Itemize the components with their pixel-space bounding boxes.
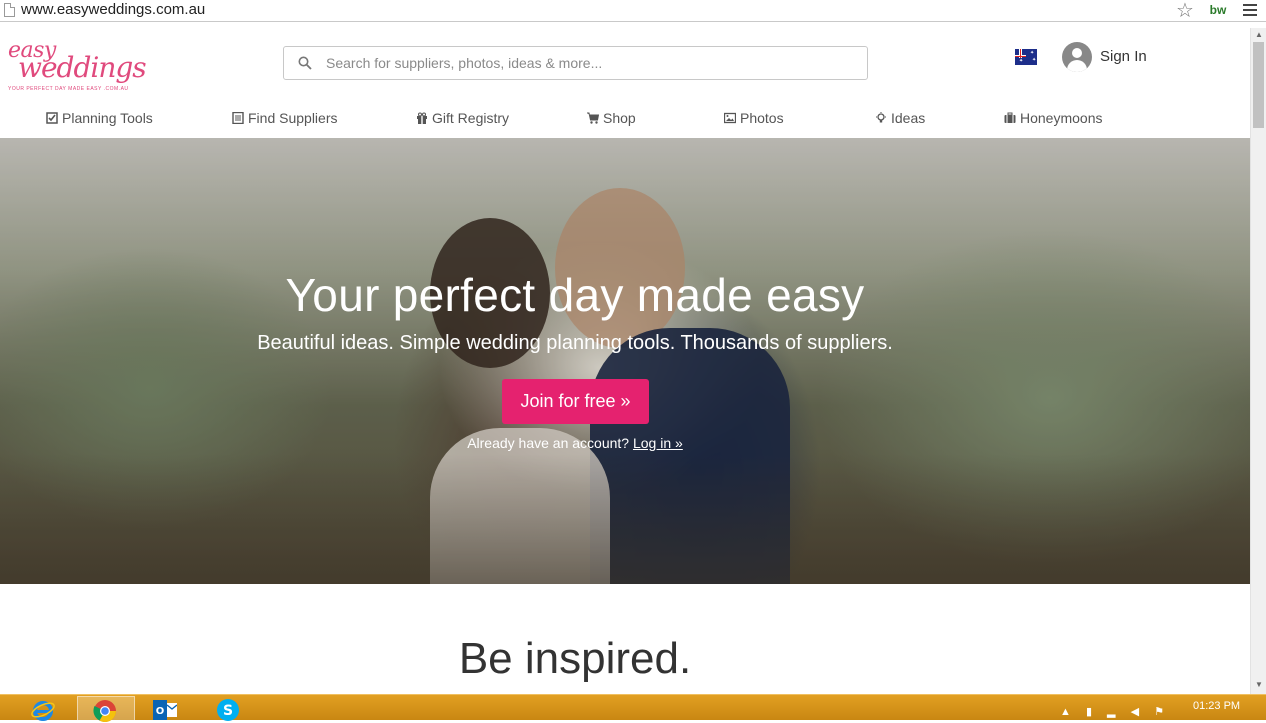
section-heading: Be inspired.	[458, 634, 692, 683]
list-icon	[232, 112, 244, 124]
scroll-up-arrow-icon[interactable]: ▲	[1254, 30, 1264, 40]
hero-overlay	[0, 138, 1250, 584]
nav-shop[interactable]: Shop	[587, 108, 636, 128]
logo-tagline: YOUR PERFECT DAY MADE EASY .COM.AU	[8, 86, 129, 92]
nav-ideas[interactable]: Ideas	[875, 108, 925, 128]
svg-text:S: S	[223, 703, 233, 719]
hamburger-menu-icon[interactable]	[1243, 4, 1257, 16]
image-icon	[724, 112, 736, 124]
nav-planning-tools[interactable]: Planning Tools	[46, 108, 153, 128]
taskbar-internet-explorer[interactable]	[14, 696, 72, 721]
address-bar[interactable]: www.easyweddings.com.au ☆ bw	[0, 0, 1266, 22]
nav-gift-registry[interactable]: Gift Registry	[416, 108, 509, 128]
search-input[interactable]	[326, 51, 856, 75]
nav-label: Photos	[740, 110, 784, 126]
nav-label: Find Suppliers	[248, 110, 338, 126]
checkbox-icon	[46, 112, 58, 124]
user-avatar-icon[interactable]	[1062, 42, 1092, 72]
search-box[interactable]	[283, 46, 868, 80]
nav-label: Shop	[603, 110, 636, 126]
scrollbar[interactable]: ▲ ▼	[1250, 28, 1266, 694]
nav-find-suppliers[interactable]: Find Suppliers	[232, 108, 338, 128]
nav-label: Honeymoons	[1020, 110, 1103, 126]
nav-label: Gift Registry	[432, 110, 510, 126]
login-prompt: Already have an account? Log in »	[0, 435, 1150, 451]
windows-taskbar: O S ▲ ▮ ▂ ◀ ⚑ 01:23 PM	[0, 694, 1266, 722]
taskbar-skype[interactable]: S	[201, 696, 259, 721]
site-logo[interactable]: easy weddings YOUR PERFECT DAY MADE EASY…	[0, 38, 147, 100]
nav-photos[interactable]: Photos	[724, 108, 784, 128]
sign-in-link[interactable]: Sign In	[1100, 48, 1147, 65]
nav-label: Planning Tools	[62, 110, 153, 126]
hero-subtitle: Beautiful ideas. Simple wedding planning…	[257, 332, 893, 354]
scrollbar-thumb[interactable]	[1253, 42, 1264, 128]
australia-flag-icon[interactable]: ✦ ✦ ✦	[1015, 49, 1037, 65]
svg-text:O: O	[156, 706, 165, 717]
page-icon	[4, 3, 15, 17]
scroll-down-arrow-icon[interactable]: ▼	[1254, 680, 1264, 690]
search-icon	[298, 56, 312, 70]
extension-icon[interactable]: bw	[1207, 1, 1229, 19]
taskbar-outlook[interactable]: O	[140, 696, 198, 721]
nav-honeymoons[interactable]: Honeymoons	[1004, 108, 1103, 128]
lightbulb-icon	[876, 112, 886, 123]
join-for-free-button[interactable]: Join for free »	[502, 379, 649, 424]
outlook-icon: O	[153, 700, 177, 720]
gift-icon	[417, 112, 427, 124]
site-header: easy weddings YOUR PERFECT DAY MADE EASY…	[0, 28, 1250, 138]
url-text[interactable]: www.easyweddings.com.au	[21, 1, 205, 18]
logo-word-weddings: weddings	[18, 51, 147, 84]
login-link[interactable]: Log in »	[633, 435, 683, 451]
skype-icon: S	[217, 699, 239, 721]
chrome-icon	[93, 700, 116, 722]
cart-icon	[587, 112, 599, 124]
hero-banner: Your perfect day made easy Beautiful ide…	[0, 138, 1250, 584]
hero-title: Your perfect day made easy	[285, 269, 865, 321]
taskbar-chrome[interactable]	[77, 696, 135, 722]
star-icon[interactable]: ☆	[1176, 0, 1194, 23]
internet-explorer-icon	[31, 701, 55, 721]
suitcase-icon	[1004, 112, 1016, 123]
nav-label: Ideas	[891, 110, 926, 126]
taskbar-clock[interactable]: 01:23 PM	[1193, 700, 1240, 712]
login-prompt-text: Already have an account?	[467, 435, 630, 451]
system-tray-icons[interactable]: ▲ ▮ ▂ ◀ ⚑	[1060, 705, 1170, 718]
